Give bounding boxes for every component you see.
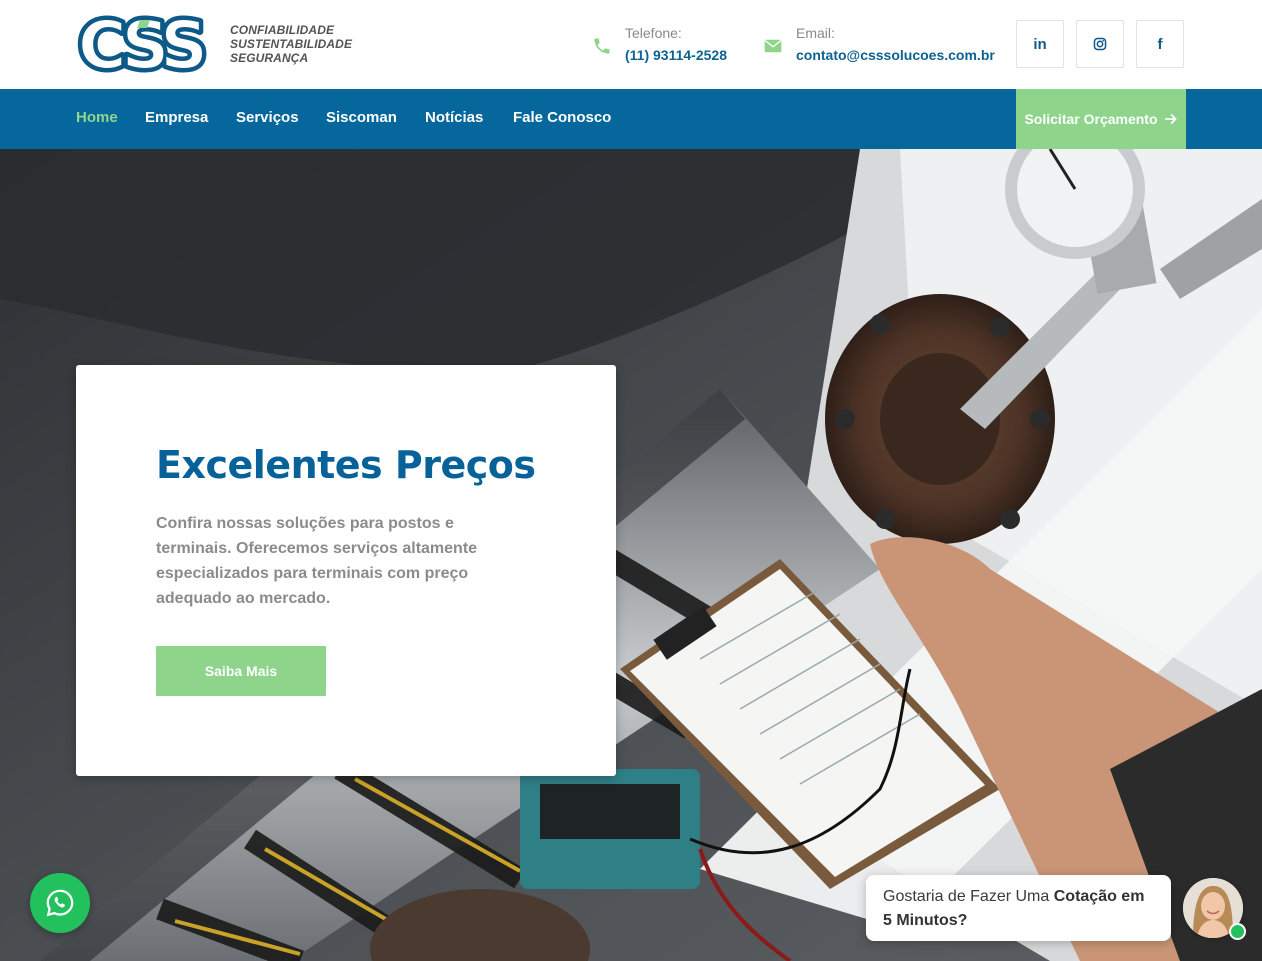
tagline-line-2: SUSTENTABILIDADE xyxy=(230,37,353,51)
online-status-dot xyxy=(1229,923,1246,940)
nav-siscoman[interactable]: Siscoman xyxy=(326,109,397,126)
facebook-button[interactable]: f xyxy=(1136,20,1184,68)
whatsapp-icon xyxy=(46,889,74,917)
nav-noticias[interactable]: Notícias xyxy=(425,109,483,126)
instagram-button[interactable] xyxy=(1076,20,1124,68)
nav-empresa[interactable]: Empresa xyxy=(145,109,208,126)
nav-servicos[interactable]: Serviços xyxy=(236,109,299,126)
hero-description: Confira nossas soluções para postos e te… xyxy=(156,515,478,607)
email-address[interactable]: contato@csssolucoes.com.br xyxy=(796,47,995,63)
linkedin-button[interactable]: in xyxy=(1016,20,1064,68)
phone-contact[interactable]: Telefone: (11) 93114-2528 xyxy=(592,24,752,68)
top-header: CSS CSS CSS CONFIABILIDADE SUSTENTABILID… xyxy=(0,0,1262,89)
envelope-icon xyxy=(764,39,782,53)
nav-home[interactable]: Home xyxy=(76,109,118,126)
whatsapp-button[interactable] xyxy=(30,873,90,933)
email-contact[interactable]: Email: contato@csssolucoes.com.br xyxy=(763,24,995,68)
request-quote-button[interactable]: Solicitar Orçamento xyxy=(1016,89,1186,149)
tagline-line-3: SEGURANÇA xyxy=(230,51,309,65)
hero-banner: Excelentes Preços Confira nossas soluçõe… xyxy=(0,149,1262,961)
brand-tagline: CONFIABILIDADE SUSTENTABILIDADE SEGURANÇ… xyxy=(230,23,370,65)
css-logo[interactable]: CSS CSS CSS xyxy=(76,12,212,76)
phone-number[interactable]: (11) 93114-2528 xyxy=(625,47,727,63)
tagline-line-1: CONFIABILIDADE xyxy=(230,23,335,37)
facebook-icon: f xyxy=(1157,35,1163,53)
chat-invite-bubble[interactable]: Gostaria de Fazer Uma Cotação em 5 Minut… xyxy=(866,875,1171,941)
email-label: Email: xyxy=(796,25,835,41)
linkedin-icon: in xyxy=(1033,35,1047,53)
arrow-right-icon xyxy=(1164,114,1177,124)
request-quote-label: Solicitar Orçamento xyxy=(1024,111,1158,127)
hero-card: Excelentes Preços Confira nossas soluçõe… xyxy=(76,365,616,776)
phone-label: Telefone: xyxy=(625,25,682,41)
phone-icon xyxy=(594,38,610,54)
instagram-icon xyxy=(1093,37,1107,51)
learn-more-button[interactable]: Saiba Mais xyxy=(156,646,326,696)
nav-fale-conosco[interactable]: Fale Conosco xyxy=(513,109,611,126)
hero-title: Excelentes Preços xyxy=(156,443,536,487)
main-navigation: Home Empresa Serviços Siscoman Notícias … xyxy=(0,89,1262,149)
chat-invite-text: Gostaria de Fazer Uma xyxy=(883,888,1054,905)
